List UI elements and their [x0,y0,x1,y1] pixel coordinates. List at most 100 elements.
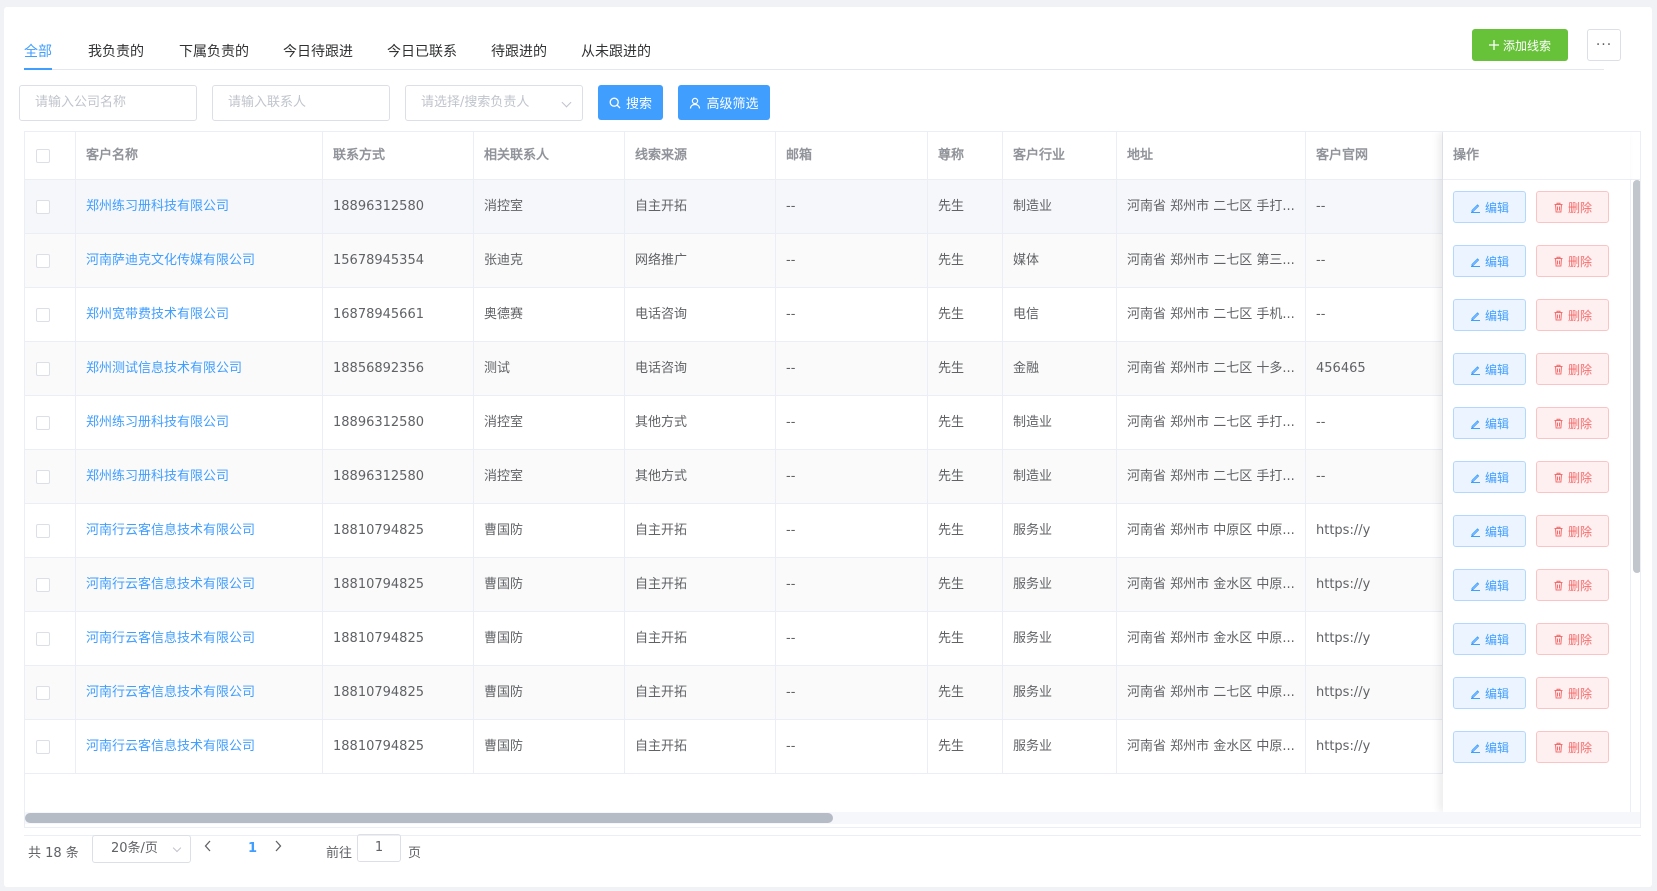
table-row[interactable]: 郑州测试信息技术有限公司 18856892356 测试 电话咨询 -- 先生 金融 河南省 郑… [25,342,1640,396]
edit-button[interactable]: 编辑 [1453,569,1526,601]
contact-input[interactable]: 请输入联系人 [212,85,390,121]
col-address[interactable]: 地址 [1117,132,1306,180]
tab-today-pending[interactable]: 今日待跟进 [283,41,353,61]
advanced-filter-button[interactable]: 高级筛选 [678,85,770,120]
prev-page-button[interactable] [204,840,212,852]
table-row[interactable]: 郑州练习册科技有限公司 18896312580 消控室 其他方式 -- 先生 制造业 河南省 … [25,396,1640,450]
edit-button[interactable]: 编辑 [1453,245,1526,277]
delete-button[interactable]: 删除 [1536,407,1609,439]
table-row[interactable]: 河南萨迪克文化传媒有限公司 15678945354 张迪克 网络推广 -- 先生 媒体 河南省… [25,234,1640,288]
customer-name-cell[interactable]: 河南萨迪克文化传媒有限公司 [76,234,323,288]
next-page-button[interactable] [274,840,282,852]
phone-cell: 16878945661 [323,288,474,342]
phone-cell: 18810794825 [323,504,474,558]
address-cell: 河南省 郑州市 二七区 手机... [1117,288,1306,342]
customer-name-cell[interactable]: 河南行云客信息技术有限公司 [76,720,323,774]
delete-button[interactable]: 删除 [1536,299,1609,331]
company-name-input[interactable]: 请输入公司名称 [19,85,197,121]
table-row[interactable]: 郑州练习册科技有限公司 18896312580 消控室 自主开拓 -- 先生 制造业 河南省 … [25,180,1640,234]
edit-button[interactable]: 编辑 [1453,407,1526,439]
delete-label: 删除 [1567,632,1592,647]
col-website[interactable]: 客户官网 [1306,132,1443,180]
col-phone[interactable]: 联系方式 [323,132,474,180]
page-size-select[interactable]: 20条/页 [92,835,191,863]
row-checkbox[interactable] [36,470,50,484]
tab-subordinates[interactable]: 下属负责的 [179,41,249,61]
customer-name-cell[interactable]: 河南行云客信息技术有限公司 [76,558,323,612]
col-source[interactable]: 线索来源 [625,132,776,180]
row-checkbox[interactable] [36,416,50,430]
tab-all[interactable]: 全部 [24,41,52,61]
col-title[interactable]: 尊称 [928,132,1003,180]
customer-name-cell[interactable]: 河南行云客信息技术有限公司 [76,504,323,558]
col-email[interactable]: 邮箱 [776,132,928,180]
address-cell: 河南省 郑州市 二七区 手打... [1117,450,1306,504]
delete-button[interactable]: 删除 [1536,461,1609,493]
row-checkbox[interactable] [36,362,50,376]
row-checkbox[interactable] [36,308,50,322]
table-row[interactable]: 郑州宽带费技术有限公司 16878945661 奥德赛 电话咨询 -- 先生 电信 河南省 郑… [25,288,1640,342]
email-cell: -- [776,504,928,558]
table-row[interactable]: 河南行云客信息技术有限公司 18810794825 曹国防 自主开拓 -- 先生 服务业 河南… [25,666,1640,720]
page-size-value: 20条/页 [111,841,158,856]
delete-button[interactable]: 删除 [1536,191,1609,223]
trash-icon [1553,580,1564,591]
customer-name-cell[interactable]: 郑州练习册科技有限公司 [76,180,323,234]
add-lead-button[interactable]: 添加线索 [1472,29,1568,61]
row-checkbox[interactable] [36,686,50,700]
select-all-checkbox[interactable] [36,149,50,163]
edit-button[interactable]: 编辑 [1453,299,1526,331]
edit-button[interactable]: 编辑 [1453,191,1526,223]
table-row[interactable]: 河南行云客信息技术有限公司 18810794825 曹国防 自主开拓 -- 先生 服务业 河南… [25,504,1640,558]
delete-button[interactable]: 删除 [1536,515,1609,547]
row-checkbox[interactable] [36,740,50,754]
customer-name-cell[interactable]: 河南行云客信息技术有限公司 [76,666,323,720]
row-checkbox[interactable] [36,524,50,538]
delete-button[interactable]: 删除 [1536,677,1609,709]
table-row[interactable]: 河南行云客信息技术有限公司 18810794825 曹国防 自主开拓 -- 先生 服务业 河南… [25,720,1640,774]
vertical-scrollbar-thumb[interactable] [1633,180,1640,573]
customer-name-cell[interactable]: 郑州宽带费技术有限公司 [76,288,323,342]
edit-button[interactable]: 编辑 [1453,623,1526,655]
horizontal-scrollbar-thumb[interactable] [25,813,833,823]
col-customer-name[interactable]: 客户名称 [76,132,323,180]
edit-button[interactable]: 编辑 [1453,353,1526,385]
customer-name-cell[interactable]: 郑州测试信息技术有限公司 [76,342,323,396]
tab-today-contacted[interactable]: 今日已联系 [387,41,457,61]
address-cell: 河南省 郑州市 二七区 手打... [1117,180,1306,234]
goto-page-input[interactable]: 1 [357,834,401,862]
current-page[interactable]: 1 [248,841,257,856]
owner-select[interactable]: 请选择/搜索负责人 [405,85,583,121]
tab-mine[interactable]: 我负责的 [88,41,144,61]
trash-icon [1553,742,1564,753]
email-cell: -- [776,234,928,288]
website-cell: https://y [1306,612,1443,666]
tab-pending[interactable]: 待跟进的 [491,41,547,61]
edit-label: 编辑 [1484,416,1509,431]
tab-never-followed[interactable]: 从未跟进的 [581,41,651,61]
table-row[interactable]: 郑州练习册科技有限公司 18896312580 消控室 其他方式 -- 先生 制造业 河南省 … [25,450,1640,504]
delete-button[interactable]: 删除 [1536,245,1609,277]
row-checkbox[interactable] [36,632,50,646]
customer-name-cell[interactable]: 郑州练习册科技有限公司 [76,396,323,450]
delete-button[interactable]: 删除 [1536,353,1609,385]
search-button[interactable]: 搜索 [598,85,663,120]
row-checkbox[interactable] [36,254,50,268]
edit-button[interactable]: 编辑 [1453,677,1526,709]
customer-name-cell[interactable]: 郑州练习册科技有限公司 [76,450,323,504]
col-industry[interactable]: 客户行业 [1003,132,1117,180]
address-cell: 河南省 郑州市 金水区 中原... [1117,720,1306,774]
edit-button[interactable]: 编辑 [1453,731,1526,763]
edit-button[interactable]: 编辑 [1453,515,1526,547]
delete-button[interactable]: 删除 [1536,731,1609,763]
more-options-button[interactable]: ··· [1587,29,1621,61]
col-contact[interactable]: 相关联系人 [474,132,625,180]
customer-name-cell[interactable]: 河南行云客信息技术有限公司 [76,612,323,666]
table-row[interactable]: 河南行云客信息技术有限公司 18810794825 曹国防 自主开拓 -- 先生 服务业 河南… [25,612,1640,666]
delete-button[interactable]: 删除 [1536,623,1609,655]
row-checkbox[interactable] [36,578,50,592]
row-checkbox[interactable] [36,200,50,214]
table-row[interactable]: 河南行云客信息技术有限公司 18810794825 曹国防 自主开拓 -- 先生 服务业 河南… [25,558,1640,612]
delete-button[interactable]: 删除 [1536,569,1609,601]
edit-button[interactable]: 编辑 [1453,461,1526,493]
